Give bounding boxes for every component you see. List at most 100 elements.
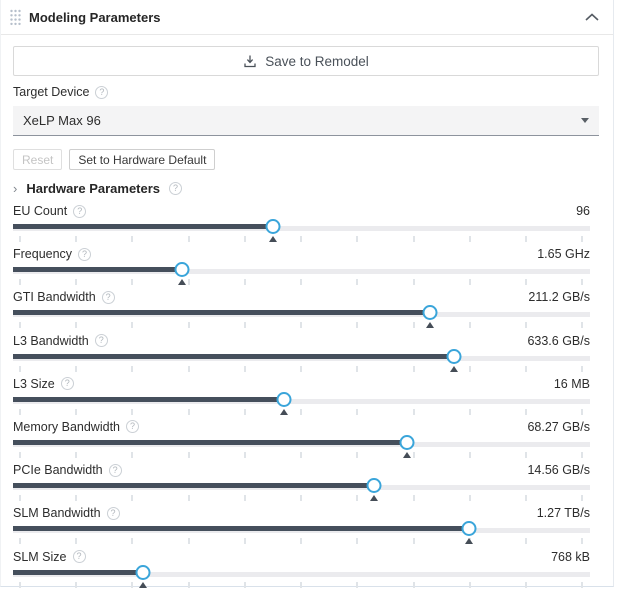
slider-value: 14.56 GB/s <box>527 463 590 477</box>
slider-row: L3 Size ? 16 MB <box>13 373 590 416</box>
help-icon[interactable]: ? <box>102 291 115 304</box>
slider-tick <box>525 366 527 372</box>
slider-tick <box>19 452 21 458</box>
slider-tick <box>188 279 190 285</box>
slider-row: PCIe Bandwidth ? 14.56 GB/s <box>13 459 590 502</box>
help-icon[interactable]: ? <box>95 334 108 347</box>
slider-fill <box>13 397 284 402</box>
target-device-select[interactable]: XeLP Max 96 <box>13 106 599 136</box>
set-to-hardware-default-button[interactable]: Set to Hardware Default <box>69 149 215 170</box>
default-marker-triangle-icon <box>450 366 458 372</box>
slider-label-group: GTI Bandwidth ? <box>13 290 115 304</box>
slider-tick <box>413 452 415 458</box>
slider-tick <box>188 538 190 544</box>
slider-label: L3 Size <box>13 377 55 391</box>
target-device-label-row: Target Device ? <box>13 84 599 100</box>
slider-header: L3 Bandwidth ? 633.6 GB/s <box>13 330 590 349</box>
slider-tick <box>581 236 583 242</box>
slider-tick <box>131 538 133 544</box>
slider-label-group: EU Count ? <box>13 204 86 218</box>
slider-tick <box>356 538 358 544</box>
slider-handle[interactable] <box>400 435 415 450</box>
slider-tick <box>525 452 527 458</box>
help-icon[interactable]: ? <box>78 248 91 261</box>
slider-handle[interactable] <box>422 305 437 320</box>
slider-tick <box>131 236 133 242</box>
slider-tick <box>75 409 77 415</box>
help-icon[interactable]: ? <box>109 464 122 477</box>
help-icon[interactable]: ? <box>61 377 74 390</box>
slider-row: GTI Bandwidth ? 211.2 GB/s <box>13 286 590 329</box>
slider-label: GTI Bandwidth <box>13 290 96 304</box>
default-marker-triangle-icon <box>269 236 277 242</box>
slider-tick <box>469 279 471 285</box>
slider-fill <box>13 440 407 445</box>
slider-tick <box>244 409 246 415</box>
help-icon[interactable]: ? <box>169 182 182 195</box>
select-caret-icon <box>581 118 589 123</box>
slider-tick <box>300 279 302 285</box>
slider-list: EU Count ? 96 Frequency ? 1.65 <box>13 200 590 589</box>
panel-content: Save to Remodel Target Device ? XeLP Max… <box>1 46 613 589</box>
slider-row: Frequency ? 1.65 GHz <box>13 243 590 286</box>
slider-handle[interactable] <box>461 521 476 536</box>
section-title: Hardware Parameters <box>26 181 160 196</box>
default-marker-triangle-icon <box>178 279 186 285</box>
slider-tick <box>244 452 246 458</box>
slider-tick <box>300 236 302 242</box>
reset-button[interactable]: Reset <box>13 149 62 170</box>
slider-header: Frequency ? 1.65 GHz <box>13 243 590 262</box>
slider-tick <box>469 495 471 501</box>
slider-tick <box>75 279 77 285</box>
slider-tick <box>525 538 527 544</box>
slider-tick <box>131 409 133 415</box>
slider-handle[interactable] <box>447 349 462 364</box>
slider-label: PCIe Bandwidth <box>13 463 103 477</box>
slider-value: 1.27 TB/s <box>537 506 590 520</box>
slider-handle[interactable] <box>265 219 280 234</box>
help-icon[interactable]: ? <box>95 86 108 99</box>
slider-label-group: L3 Size ? <box>13 377 74 391</box>
slider <box>13 354 590 374</box>
slider-tick <box>75 366 77 372</box>
slider-header: GTI Bandwidth ? 211.2 GB/s <box>13 286 590 305</box>
slider-header: Memory Bandwidth ? 68.27 GB/s <box>13 416 590 435</box>
slider-label-group: SLM Size ? <box>13 550 86 564</box>
slider-tick <box>581 279 583 285</box>
slider-tick <box>525 236 527 242</box>
slider-tick <box>469 366 471 372</box>
help-icon[interactable]: ? <box>73 205 86 218</box>
save-to-remodel-button[interactable]: Save to Remodel <box>13 46 599 76</box>
slider-row: SLM Size ? 768 kB <box>13 546 590 589</box>
slider-handle[interactable] <box>277 392 292 407</box>
slider-tick <box>356 452 358 458</box>
slider-fill <box>13 483 374 488</box>
slider <box>13 310 590 330</box>
slider-tick <box>413 236 415 242</box>
slider-tick <box>188 495 190 501</box>
hardware-parameters-section-header[interactable]: › Hardware Parameters ? <box>13 180 599 196</box>
collapse-chevron-up-icon[interactable] <box>585 13 599 22</box>
slider-tick <box>356 236 358 242</box>
slider-tick <box>188 236 190 242</box>
slider <box>13 483 590 503</box>
slider <box>13 397 590 417</box>
help-icon[interactable]: ? <box>107 507 120 520</box>
slider-handle[interactable] <box>135 565 150 580</box>
help-icon[interactable]: ? <box>73 550 86 563</box>
slider-fill <box>13 267 182 272</box>
panel-title: Modeling Parameters <box>29 10 161 25</box>
slider-tick <box>356 366 358 372</box>
target-device-label: Target Device <box>13 85 89 99</box>
slider-fill <box>13 354 454 359</box>
slider-value: 633.6 GB/s <box>527 334 590 348</box>
drag-handle-icon[interactable] <box>9 8 22 27</box>
slider-handle[interactable] <box>175 262 190 277</box>
slider-handle[interactable] <box>366 478 381 493</box>
slider-tick <box>244 366 246 372</box>
section-chevron-right-icon: › <box>13 182 17 195</box>
help-icon[interactable]: ? <box>126 420 139 433</box>
slider-tick <box>300 322 302 328</box>
slider-tick <box>356 322 358 328</box>
slider-tick <box>300 495 302 501</box>
